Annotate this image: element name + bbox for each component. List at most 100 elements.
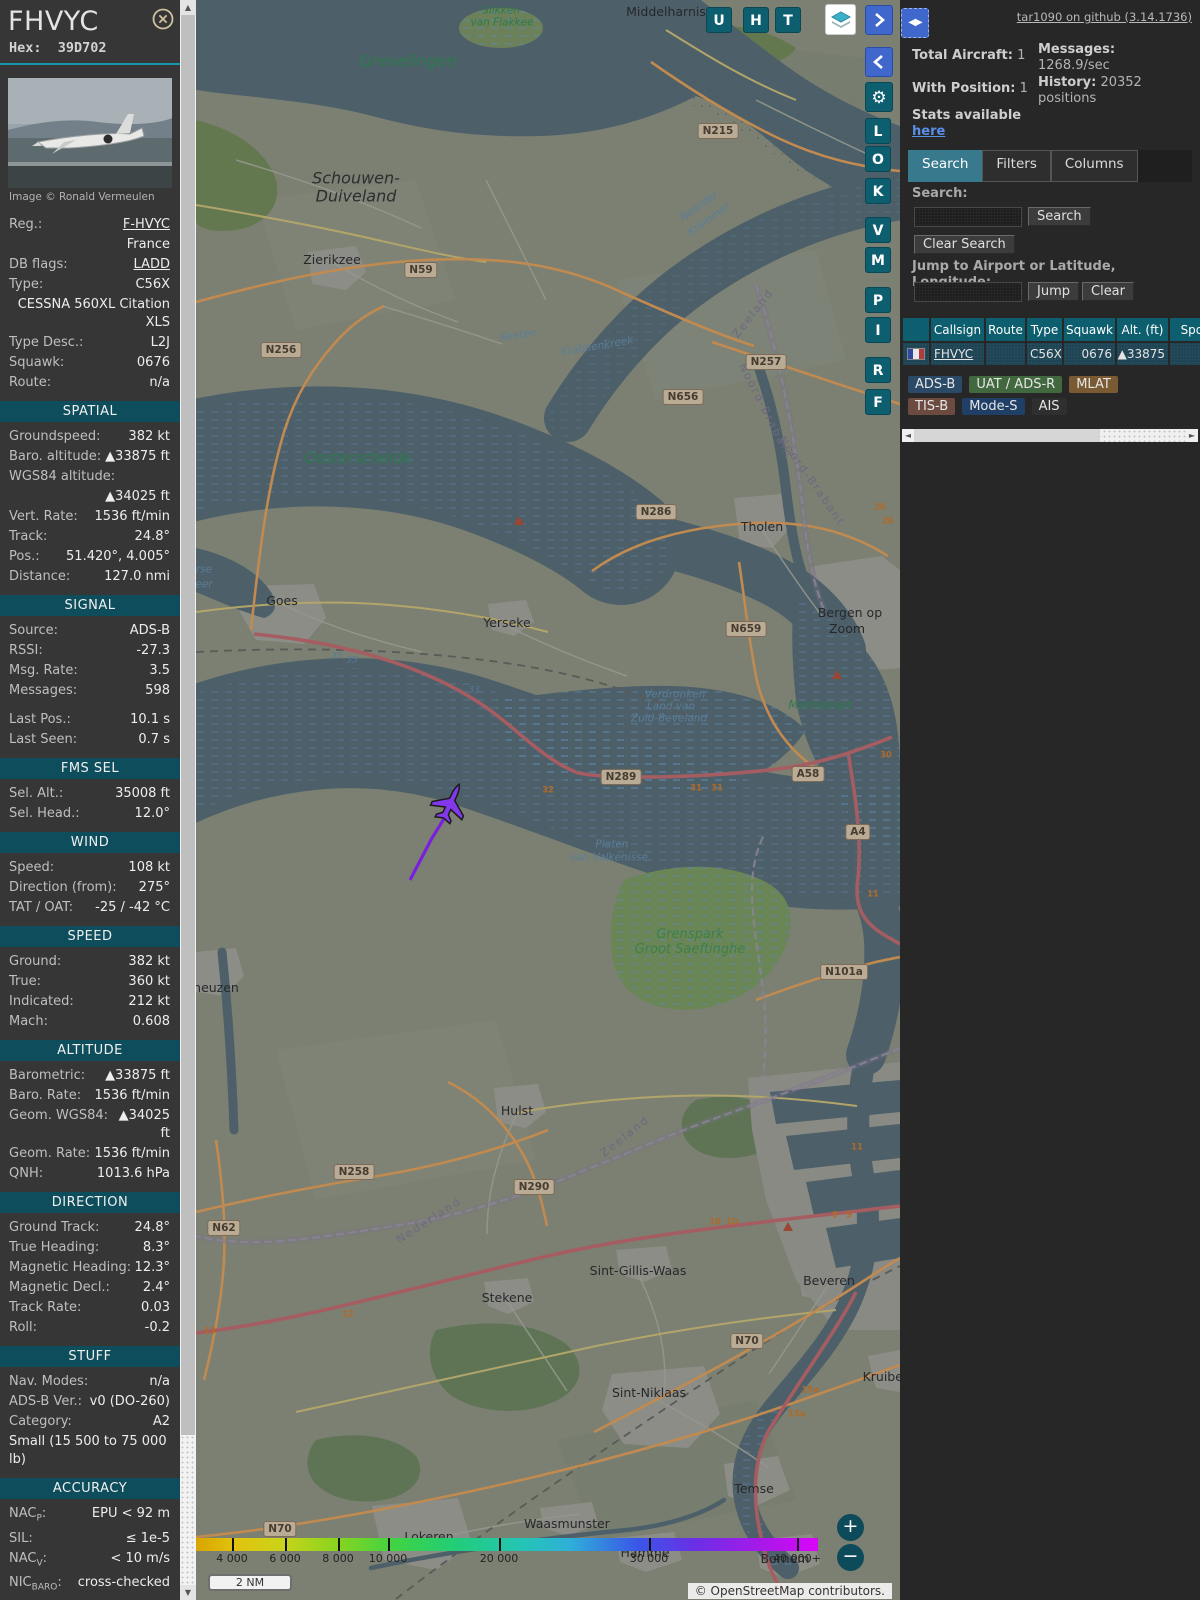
column-header-flag[interactable] (903, 318, 929, 341)
aircraft-photo[interactable] (8, 78, 172, 188)
field-label: Route: (9, 374, 51, 392)
column-header-Spd[interactable]: Spd (1170, 318, 1200, 341)
field-label: Nav. Modes: (9, 1373, 88, 1391)
map-button-o[interactable]: O (865, 146, 891, 172)
map-button-u[interactable]: U (706, 7, 732, 33)
map-button-r[interactable]: R (865, 357, 891, 383)
layers-icon (830, 9, 852, 31)
with-position-stat: With Position: 1 (912, 81, 1028, 97)
map-button-p[interactable]: P (865, 287, 891, 313)
map-button-k[interactable]: K (865, 178, 891, 204)
map[interactable]: MiddelharnisSlikkenvan FlakkeeGrevelinge… (196, 0, 900, 1600)
expand-right-panel-button[interactable] (865, 5, 893, 35)
map-button-v[interactable]: V (865, 217, 891, 243)
table-row[interactable]: FHVYC C56X0676▲33875 (903, 343, 1200, 365)
layers-button[interactable] (825, 4, 856, 35)
field-label: Sel. Alt.: (9, 785, 63, 803)
jump-button[interactable]: Jump (1028, 282, 1079, 301)
cell-type[interactable]: C56X (1027, 343, 1062, 365)
section-header-stuff: STUFF (0, 1346, 180, 1367)
legend-tick (338, 1538, 340, 1551)
stats-here-link[interactable]: here (912, 124, 945, 139)
field-label: WGS84 altitude: (9, 468, 115, 486)
info-row: Vert. Rate:1536 ft/min (0, 507, 180, 527)
scroll-right-icon[interactable]: ► (1186, 429, 1198, 442)
column-header-Alt. (ft)[interactable]: Alt. (ft) (1117, 318, 1168, 341)
field-label: Ground Track: (9, 1219, 99, 1237)
zoom-in-button[interactable]: + (837, 1514, 864, 1541)
zoom-out-button[interactable]: − (837, 1544, 864, 1571)
close-icon[interactable] (152, 8, 174, 30)
info-row: Category:A2 (0, 1412, 180, 1432)
field-value: 108 kt (128, 859, 170, 877)
info-row: Baro. altitude:▲33875 ft (0, 447, 180, 467)
map-button-l[interactable]: L (865, 118, 891, 144)
total-aircraft-label: Total Aircraft: (912, 48, 1013, 63)
section-header-accuracy: ACCURACY (0, 1478, 180, 1499)
column-header-Squawk[interactable]: Squawk (1064, 318, 1115, 341)
field-link[interactable]: LADD (134, 256, 170, 274)
info-row: SIL:≤ 1e-5 (0, 1529, 180, 1549)
legend-tick-label: 10 000 (369, 1552, 408, 1565)
field-link[interactable]: F-HVYC (123, 216, 170, 234)
map-attribution[interactable]: © OpenStreetMap contributors. (688, 1583, 892, 1599)
tab-columns[interactable]: Columns (1051, 150, 1138, 182)
tab-filters[interactable]: Filters (982, 150, 1050, 182)
legend-tick-label: 20 000 (480, 1552, 519, 1565)
column-header-Type[interactable]: Type (1027, 318, 1062, 341)
toggle-panel-width-button[interactable]: ◀▶ (901, 8, 929, 38)
clear-search-button[interactable]: Clear Search (914, 235, 1015, 254)
map-button-i[interactable]: I (865, 317, 891, 343)
map-button-f[interactable]: F (865, 389, 891, 415)
cell-squawk[interactable]: 0676 (1064, 343, 1115, 365)
field-value: A2 (153, 1413, 170, 1431)
field-label: Geom. WGS84: (9, 1107, 108, 1143)
clear-jump-button[interactable]: Clear (1082, 282, 1134, 301)
column-header-Route[interactable]: Route (986, 318, 1025, 341)
table-horizontal-scrollbar[interactable]: ◄ ► (902, 429, 1198, 442)
legend-tick (649, 1538, 651, 1551)
info-row: CESSNA 560XL Citation XLS (0, 295, 180, 333)
field-value: 1013.6 hPa (97, 1165, 170, 1183)
field-label: NICBARO: (9, 1574, 62, 1597)
map-button-m[interactable]: M (865, 247, 891, 273)
field-value: 127.0 nmi (104, 568, 170, 586)
sidebar-scrollbar[interactable]: ▲ ▼ (180, 0, 196, 1600)
info-row: Sel. Head.:12.0° (0, 804, 180, 824)
search-input[interactable] (914, 207, 1022, 227)
search-button[interactable]: Search (1028, 207, 1091, 226)
cell-altft[interactable]: ▲33875 (1117, 343, 1168, 365)
scroll-up-icon[interactable]: ▲ (180, 0, 196, 15)
tab-search[interactable]: Search (908, 150, 982, 182)
field-value: 0.608 (133, 1013, 170, 1031)
section-header-speed: SPEED (0, 926, 180, 947)
map-button-t[interactable]: T (775, 7, 801, 33)
flag-cell[interactable] (903, 343, 929, 365)
scroll-down-icon[interactable]: ▼ (180, 1585, 196, 1600)
table-scrollbar-thumb[interactable] (914, 429, 1100, 442)
field-label: Last Pos.: (9, 711, 71, 729)
callsign-link[interactable]: FHVYC (934, 347, 973, 361)
field-value: 382 kt (128, 428, 170, 446)
info-row: Distance:127.0 nmi (0, 567, 180, 587)
hex-label: Hex: (9, 40, 42, 56)
info-row: NICBARO: cross-checked (0, 1573, 180, 1598)
field-label: Vert. Rate: (9, 508, 78, 526)
version-link[interactable]: tar1090 on github (3.14.1736) (1017, 10, 1192, 24)
cell-spd[interactable] (1170, 343, 1200, 365)
settings-gear-button[interactable]: ⚙ (865, 82, 893, 112)
map-button-h[interactable]: H (743, 7, 769, 33)
collapse-sidebar-button[interactable] (865, 47, 893, 77)
jump-input[interactable] (914, 282, 1022, 302)
scroll-left-icon[interactable]: ◄ (902, 429, 914, 442)
field-label: Indicated: (9, 993, 74, 1011)
sidebar-scrollbar-thumb[interactable] (181, 15, 195, 1435)
info-row: WGS84 altitude: (0, 467, 180, 487)
info-row: Sel. Alt.:35008 ft (0, 784, 180, 804)
column-header-Callsign[interactable]: Callsign (931, 318, 984, 341)
field-value: cross-checked (78, 1574, 170, 1597)
cell-route[interactable] (986, 343, 1025, 365)
field-value: n/a (149, 374, 170, 392)
cell-callsign[interactable]: FHVYC (931, 343, 984, 365)
section-header-fms-sel: FMS SEL (0, 758, 180, 779)
